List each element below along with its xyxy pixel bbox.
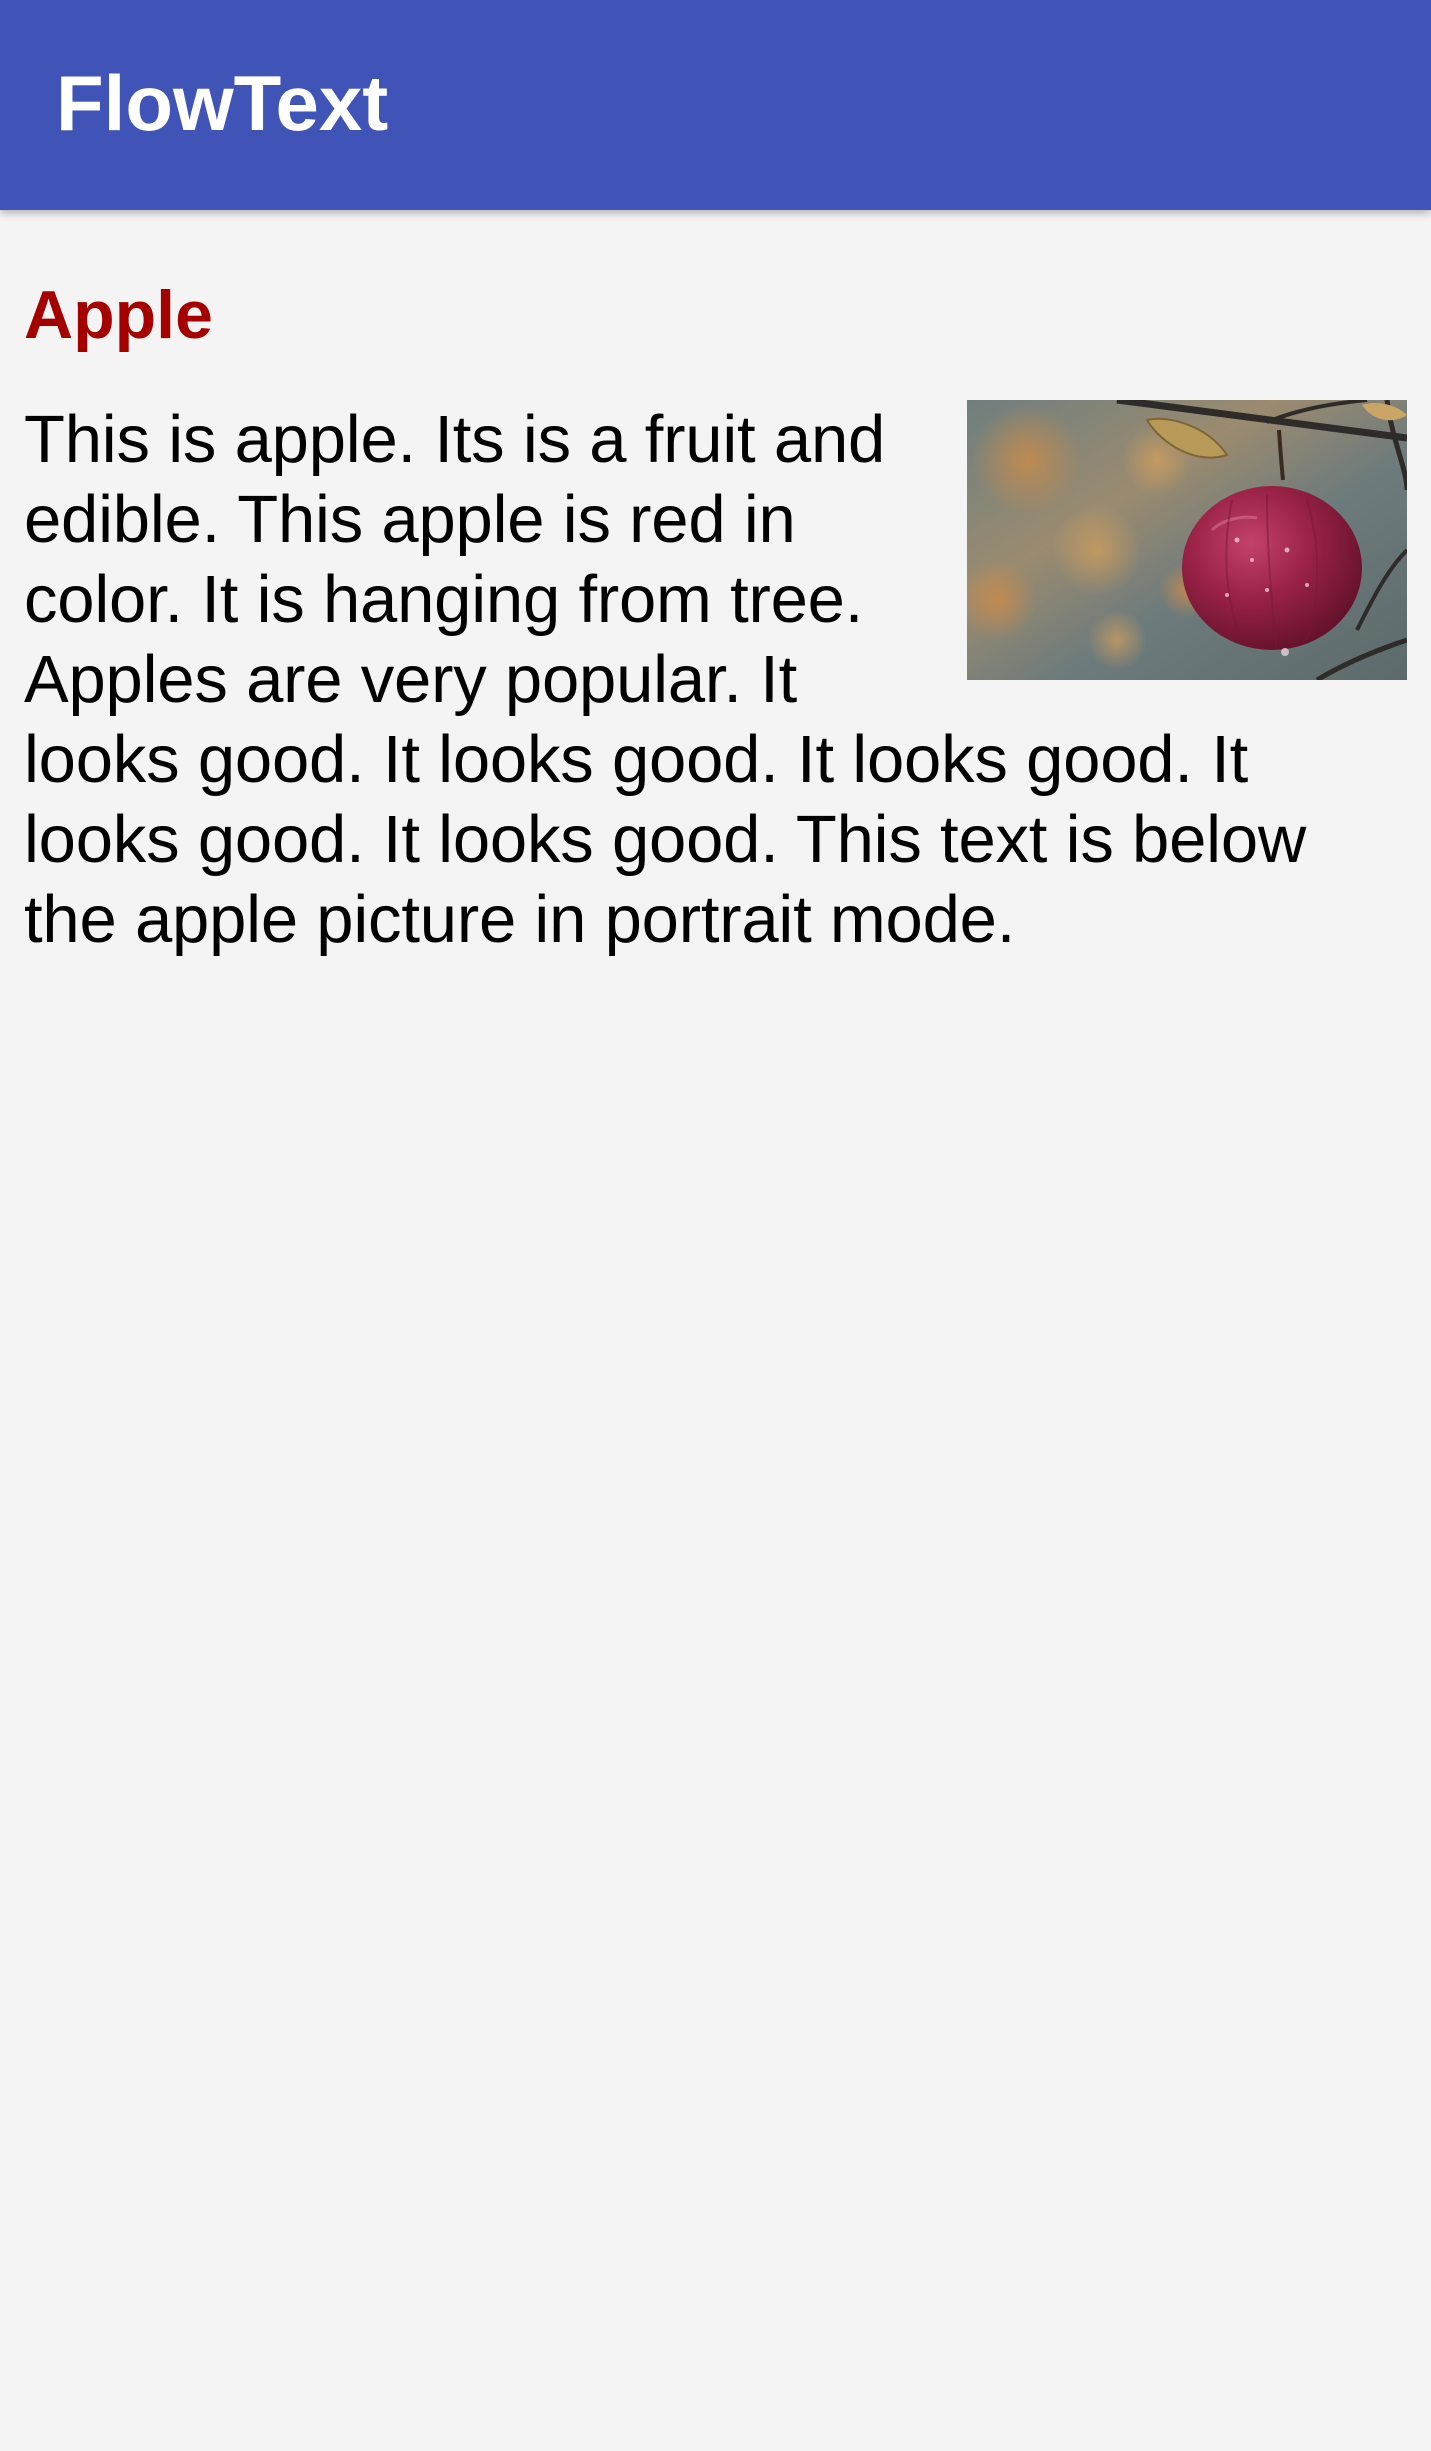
apple-image [967, 400, 1407, 680]
app-title: FlowText [56, 59, 389, 147]
content-area: Apple This is apple. Its is a fruit and … [24, 270, 1407, 960]
app-bar: FlowText [0, 0, 1431, 210]
article-heading: Apple [24, 277, 213, 353]
